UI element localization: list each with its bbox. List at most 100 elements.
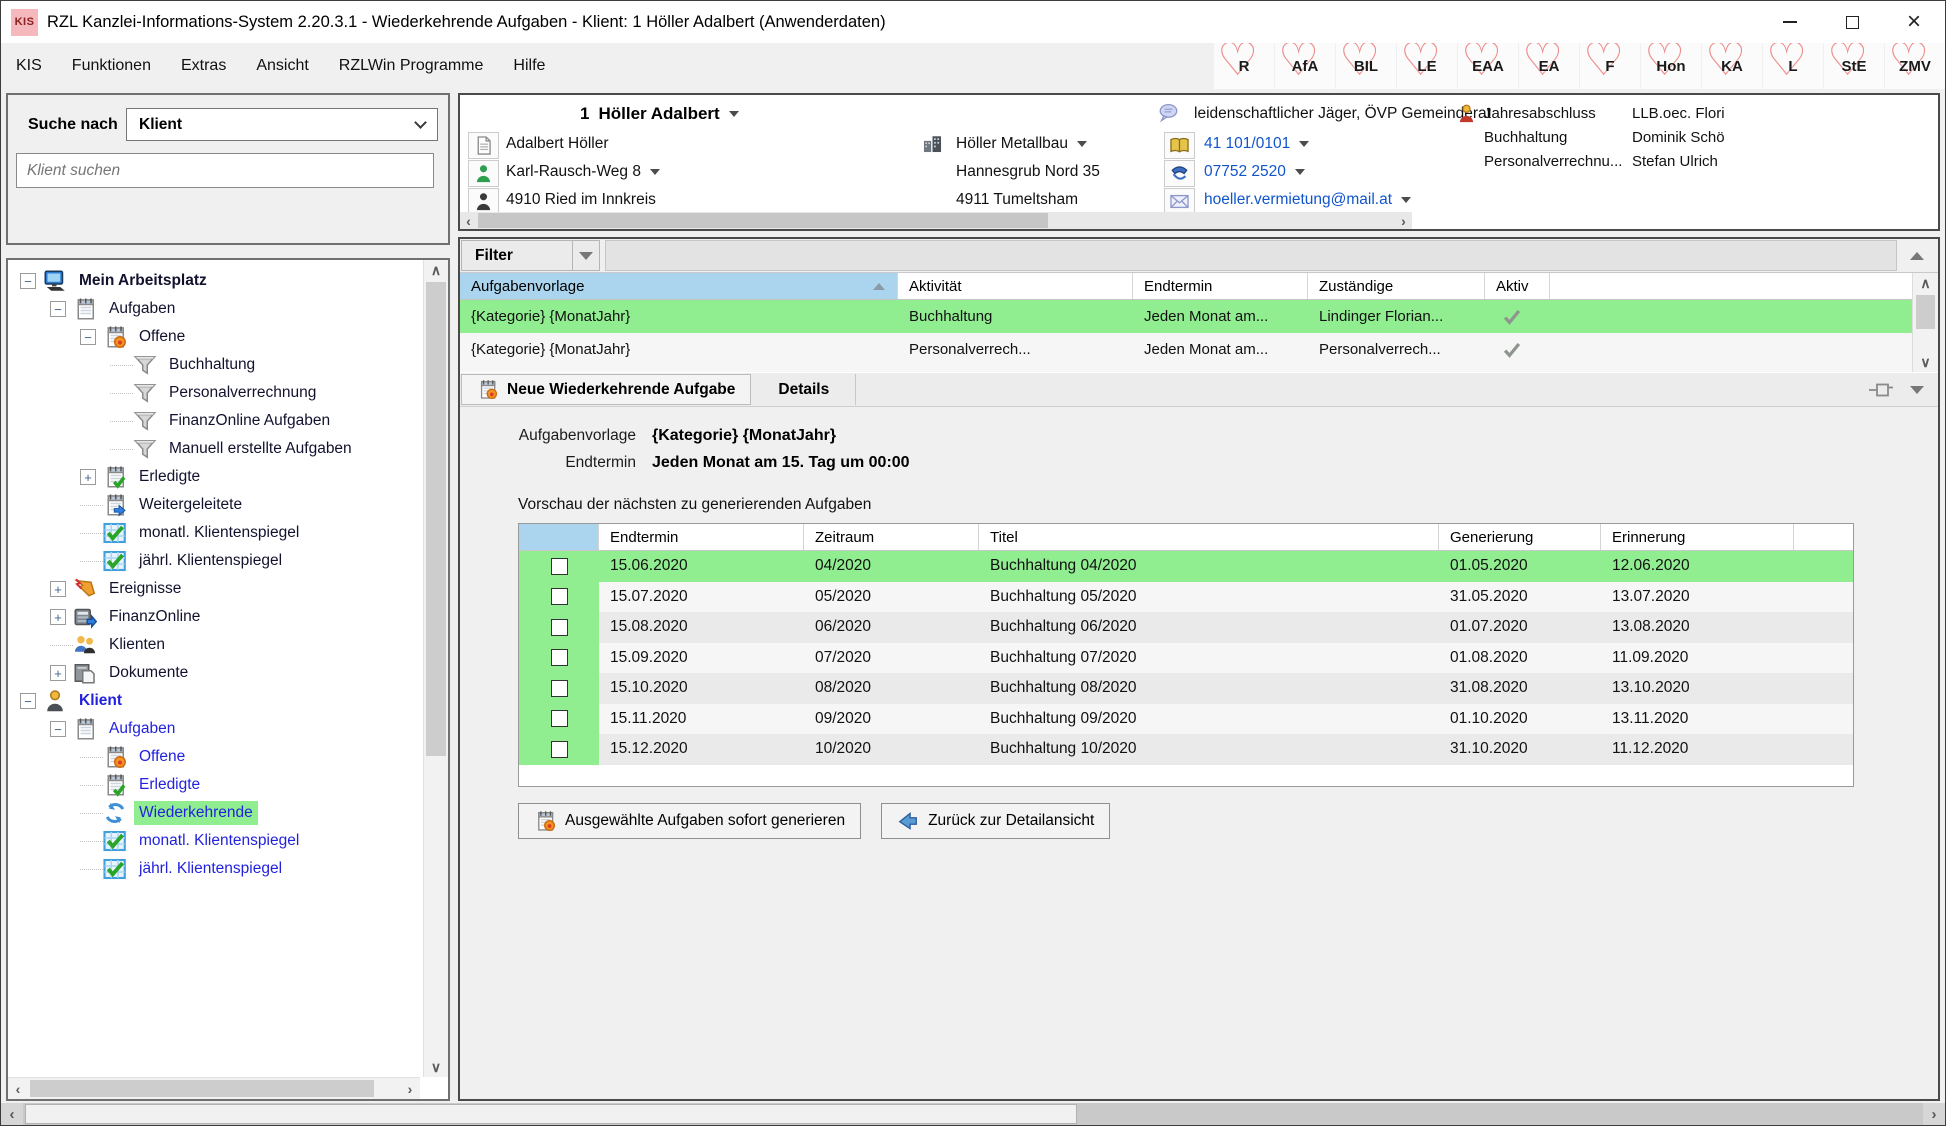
phone-cell[interactable]: [1164, 160, 1195, 187]
tasks-column-header-endtermin[interactable]: Endtermin: [1133, 273, 1308, 299]
tree-item-finanzonline[interactable]: +FinanzOnline: [8, 603, 421, 631]
menu-item-ansicht[interactable]: Ansicht: [241, 43, 323, 89]
expand-icon[interactable]: +: [50, 665, 66, 681]
task-checkbox[interactable]: [551, 741, 568, 758]
tree-item-monatl-klientenspiegel[interactable]: monatl. Klientenspiegel: [8, 827, 421, 855]
filter-field[interactable]: [605, 240, 1897, 271]
tasks-column-header-aktiv[interactable]: Aktiv: [1485, 273, 1550, 299]
collapse-icon[interactable]: −: [20, 273, 36, 289]
client-header[interactable]: 1 Höller Adalbert: [580, 104, 739, 124]
scroll-up-icon[interactable]: ∧: [1913, 273, 1938, 293]
program-icon-l[interactable]: ♡L: [1763, 43, 1823, 89]
tree-vscroll-thumb[interactable]: [426, 282, 446, 756]
client-horizontal-scrollbar[interactable]: ‹ ›: [460, 212, 1412, 229]
tree-item-klienten[interactable]: Klienten: [8, 631, 421, 659]
menu-item-funktionen[interactable]: Funktionen: [57, 43, 166, 89]
tree-item-klient[interactable]: −Klient: [8, 687, 421, 715]
email-dropdown-icon[interactable]: [1401, 197, 1411, 203]
preview-column-header-endtermin[interactable]: Endtermin: [599, 524, 804, 550]
company-dropdown-icon[interactable]: [1077, 141, 1087, 147]
tree-item-offene[interactable]: −Offene: [8, 323, 421, 351]
company-name[interactable]: Höller Metallbau: [956, 135, 1087, 153]
number-dropdown-icon[interactable]: [1299, 141, 1309, 147]
tasks-column-header-aufgabenvorlage[interactable]: Aufgabenvorlage: [460, 273, 898, 299]
tree-item-erledigte[interactable]: +Erledigte: [8, 463, 421, 491]
preview-column-header-erinnerung[interactable]: Erinnerung: [1601, 524, 1794, 550]
program-icon-f[interactable]: ♡F: [1580, 43, 1640, 89]
tree-item-ereignisse[interactable]: +Ereignisse: [8, 575, 421, 603]
scroll-right-icon[interactable]: ›: [400, 1078, 420, 1099]
expand-icon[interactable]: +: [50, 581, 66, 597]
menu-item-extras[interactable]: Extras: [166, 43, 241, 89]
client-person-cell[interactable]: [468, 188, 499, 215]
tree-item-finanzonline-aufgaben[interactable]: FinanzOnline Aufgaben: [8, 407, 421, 435]
scroll-down-icon[interactable]: ∨: [424, 1057, 448, 1077]
tasks-column-header-aktivitaet[interactable]: Aktivität: [898, 273, 1133, 299]
expand-icon[interactable]: +: [80, 469, 96, 485]
street-dropdown-icon[interactable]: [650, 169, 660, 175]
program-icon-le[interactable]: ♡LE: [1397, 43, 1457, 89]
client-dropdown-icon[interactable]: [729, 111, 739, 117]
preview-column-header-zeitraum[interactable]: Zeitraum: [804, 524, 979, 550]
program-icon-zmv[interactable]: ♡ZMV: [1885, 43, 1945, 89]
preview-task-row[interactable]: 15.06.202004/2020Buchhaltung 04/202001.0…: [519, 551, 1853, 582]
program-icon-afa[interactable]: ♡AfA: [1275, 43, 1335, 89]
task-checkbox[interactable]: [551, 588, 568, 605]
phone-dropdown-icon[interactable]: [1295, 169, 1305, 175]
task-template-row[interactable]: {Kategorie} {MonatJahr}BuchhaltungJeden …: [460, 300, 1912, 333]
collapse-icon[interactable]: −: [20, 693, 36, 709]
filter-dropdown-button[interactable]: [573, 240, 600, 271]
program-icon-r[interactable]: ♡R: [1214, 43, 1274, 89]
task-checkbox[interactable]: [551, 619, 568, 636]
close-button[interactable]: ×: [1883, 1, 1945, 43]
tasks-vertical-scrollbar[interactable]: ∧ ∨: [1912, 273, 1938, 372]
collapse-icon[interactable]: −: [80, 329, 96, 345]
tree-vertical-scrollbar[interactable]: ∧ ∨: [423, 260, 448, 1077]
panel-dropdown-icon[interactable]: [1910, 386, 1924, 394]
preview-task-row[interactable]: 15.08.202006/2020Buchhaltung 06/202001.0…: [519, 612, 1853, 643]
tree-item-erledigte[interactable]: Erledigte: [8, 771, 421, 799]
menu-item-kis[interactable]: KIS: [1, 43, 57, 89]
tree-hscroll-thumb[interactable]: [30, 1080, 374, 1097]
preview-task-row[interactable]: 15.07.202005/2020Buchhaltung 05/202031.0…: [519, 582, 1853, 613]
program-icon-ka[interactable]: ♡KA: [1702, 43, 1762, 89]
menu-item-rzlwin-programme[interactable]: RZLWin Programme: [324, 43, 499, 89]
maximize-button[interactable]: [1821, 1, 1883, 43]
tab-new-recurring-task[interactable]: Neue Wiederkehrende Aufgabe: [461, 374, 751, 405]
tab-details[interactable]: Details: [752, 374, 856, 405]
search-type-select[interactable]: Klient: [126, 108, 438, 141]
scroll-left-icon[interactable]: ‹: [460, 212, 477, 229]
tree-item-wiederkehrende[interactable]: Wiederkehrende: [8, 799, 421, 827]
preview-column-header-generierung[interactable]: Generierung: [1439, 524, 1601, 550]
email-cell[interactable]: [1164, 188, 1195, 215]
expand-icon[interactable]: +: [50, 609, 66, 625]
tasks-vscroll-thumb[interactable]: [1916, 295, 1935, 329]
task-checkbox[interactable]: [551, 558, 568, 575]
preview-task-row[interactable]: 15.10.202008/2020Buchhaltung 08/202031.0…: [519, 673, 1853, 704]
scroll-left-icon[interactable]: ‹: [1, 1103, 23, 1125]
tree-item-aufgaben[interactable]: −Aufgaben: [8, 715, 421, 743]
tree-item-dokumente[interactable]: +Dokumente: [8, 659, 421, 687]
tree-item-buchhaltung[interactable]: Buchhaltung: [8, 351, 421, 379]
task-checkbox[interactable]: [551, 649, 568, 666]
email-link[interactable]: hoeller.vermietung@mail.at: [1204, 191, 1411, 209]
tree-item-jaehrl-klientenspiegel[interactable]: jährl. Klientenspiegel: [8, 855, 421, 883]
collapse-icon[interactable]: −: [50, 301, 66, 317]
tree-item-manuell-erstellte-aufgaben[interactable]: Manuell erstellte Aufgaben: [8, 435, 421, 463]
scroll-down-icon[interactable]: ∨: [1913, 352, 1938, 372]
program-icon-eaa[interactable]: ♡EAA: [1458, 43, 1518, 89]
search-input[interactable]: [16, 153, 434, 188]
client-street[interactable]: Karl-Rausch-Weg 8: [506, 163, 660, 181]
window-hscroll-thumb[interactable]: [25, 1104, 1077, 1124]
tree-horizontal-scrollbar[interactable]: ‹ ›: [8, 1077, 420, 1099]
program-icon-bil[interactable]: ♡BIL: [1336, 43, 1396, 89]
preview-task-row[interactable]: 15.12.202010/2020Buchhaltung 10/202031.1…: [519, 734, 1853, 765]
preview-column-header-titel[interactable]: Titel: [979, 524, 1439, 550]
tree-item-aufgaben[interactable]: −Aufgaben: [8, 295, 421, 323]
collapse-icon[interactable]: −: [50, 721, 66, 737]
program-icon-ea[interactable]: ♡EA: [1519, 43, 1579, 89]
scroll-right-icon[interactable]: ›: [1395, 212, 1412, 229]
menu-item-hilfe[interactable]: Hilfe: [498, 43, 560, 89]
client-contact-cell[interactable]: [468, 160, 499, 187]
task-template-row-partial[interactable]: {Kategorie} {MonatJahr}Personalverrech..…: [460, 366, 1912, 372]
